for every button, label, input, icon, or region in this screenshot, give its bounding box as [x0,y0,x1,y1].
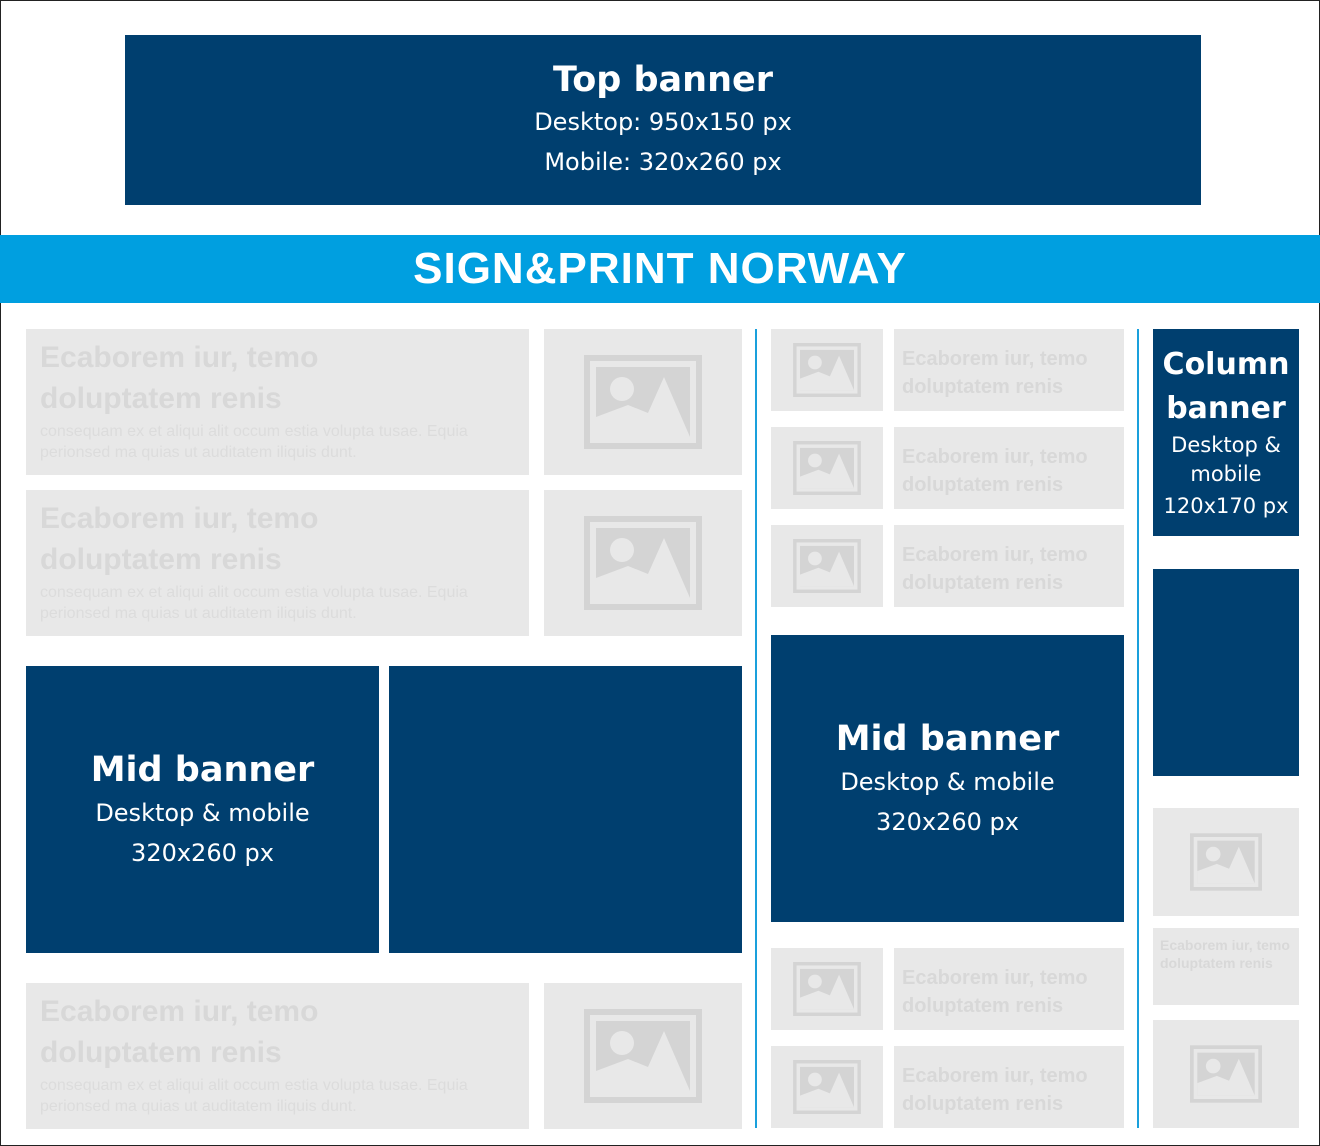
mid-banner-device: Desktop & mobile [95,798,310,827]
image-placeholder-icon [1190,833,1262,891]
list-thumb-placeholder[interactable] [771,1046,883,1128]
column-divider-left [755,329,757,1128]
article-headline: Ecaborem iur, temo doluptatem renis [40,502,319,576]
article-headline: Ecaborem iur, temo doluptatem renis [40,341,319,415]
list-headline: Ecaborem iur, temo doluptatem renis [902,348,1088,398]
article-text-placeholder[interactable]: Ecaborem iur, temo doluptatem renis cons… [26,490,529,636]
top-banner-title: Top banner [552,60,773,100]
column-headline: Ecaborem iur, temo doluptatem renis [1160,937,1290,971]
article-headline: Ecaborem iur, temo doluptatem renis [40,995,319,1069]
mid-banner-device: Desktop & mobile [840,767,1055,796]
column-text-placeholder[interactable]: Ecaborem iur, temo doluptatem renis [1153,928,1299,1005]
list-headline: Ecaborem iur, temo doluptatem renis [902,544,1088,594]
masthead-title: SIGN&PRINT NORWAY [413,244,907,293]
mid-banner-title: Mid banner [835,718,1060,759]
image-placeholder-icon [793,539,861,593]
masthead: SIGN&PRINT NORWAY [0,235,1320,303]
image-placeholder-icon [793,962,861,1016]
mid-banner-size: 320x260 px [131,838,274,867]
article-image-placeholder[interactable] [544,490,742,636]
column-divider-right [1137,329,1139,1128]
column-image-placeholder[interactable] [1153,808,1299,916]
image-placeholder-icon [584,516,702,610]
image-placeholder-icon [584,1009,702,1103]
list-text-placeholder[interactable]: Ecaborem iur, temo doluptatem renis [894,427,1124,509]
list-text-placeholder[interactable]: Ecaborem iur, temo doluptatem renis [894,948,1124,1030]
top-banner[interactable]: Top banner Desktop: 950x150 px Mobile: 3… [125,35,1201,205]
list-headline: Ecaborem iur, temo doluptatem renis [902,446,1088,496]
mid-banner-left[interactable]: Mid banner Desktop & mobile 320x260 px [26,666,379,953]
image-placeholder-icon [793,343,861,397]
image-placeholder-icon [584,355,702,449]
list-text-placeholder[interactable]: Ecaborem iur, temo doluptatem renis [894,329,1124,411]
list-thumb-placeholder[interactable] [771,427,883,509]
list-thumb-placeholder[interactable] [771,525,883,607]
image-placeholder-icon [793,1060,861,1114]
list-thumb-placeholder[interactable] [771,329,883,411]
article-image-placeholder[interactable] [544,983,742,1129]
mid-banner-right[interactable]: Mid banner Desktop & mobile 320x260 px [771,635,1124,922]
article-body: consequam ex et aliqui alit occum estia … [40,423,468,461]
column-banner[interactable]: Column banner Desktop & mobile 120x170 p… [1153,329,1299,536]
top-banner-desktop-size: Desktop: 950x150 px [534,108,792,136]
mid-banner-size: 320x260 px [876,807,1019,836]
column-image-placeholder[interactable] [1153,1020,1299,1128]
list-text-placeholder[interactable]: Ecaborem iur, temo doluptatem renis [894,525,1124,607]
column-banner-second[interactable] [1153,569,1299,776]
column-banner-device: Desktop & mobile [1171,432,1281,486]
list-thumb-placeholder[interactable] [771,948,883,1030]
column-banner-title: Column banner [1162,346,1290,426]
article-image-placeholder[interactable] [544,329,742,475]
column-banner-size: 120x170 px [1163,493,1289,518]
mid-banner-title: Mid banner [90,749,315,790]
article-text-placeholder[interactable]: Ecaborem iur, temo doluptatem renis cons… [26,983,529,1129]
image-placeholder-icon [1190,1045,1262,1103]
article-body: consequam ex et aliqui alit occum estia … [40,1077,468,1115]
list-text-placeholder[interactable]: Ecaborem iur, temo doluptatem renis [894,1046,1124,1128]
article-body: consequam ex et aliqui alit occum estia … [40,584,468,622]
image-placeholder-icon [793,441,861,495]
list-headline: Ecaborem iur, temo doluptatem renis [902,967,1088,1017]
article-text-placeholder[interactable]: Ecaborem iur, temo doluptatem renis cons… [26,329,529,475]
top-banner-mobile-size: Mobile: 320x260 px [544,148,782,176]
list-headline: Ecaborem iur, temo doluptatem renis [902,1065,1088,1115]
mid-banner-left-second[interactable] [389,666,742,953]
